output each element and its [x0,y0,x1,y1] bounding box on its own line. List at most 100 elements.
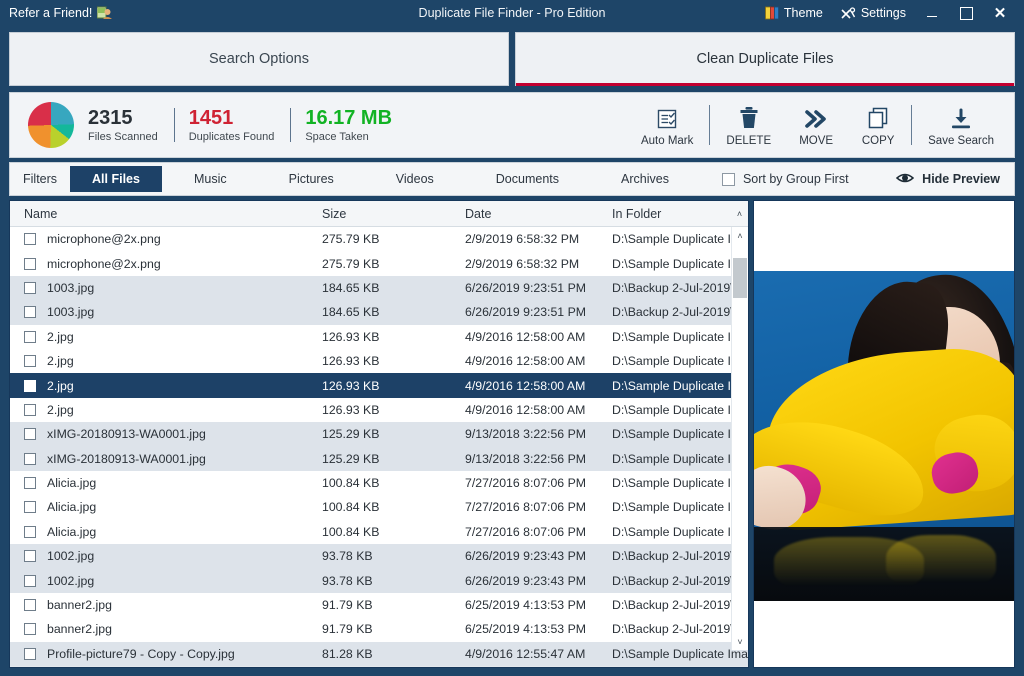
row-checkbox[interactable] [24,550,36,562]
row-checkbox[interactable] [24,648,36,660]
table-row[interactable]: Alicia.jpg100.84 KB7/27/2016 8:07:06 PMD… [10,495,748,519]
filter-chip-archives[interactable]: Archives [591,166,699,192]
delete-button[interactable]: DELETE [712,93,785,157]
vertical-scrollbar[interactable]: ˄ ˅ [731,227,748,650]
scroll-up-button[interactable]: ˄ [732,227,748,244]
row-checkbox[interactable] [24,623,36,635]
cell-size: 125.29 KB [322,452,465,466]
preview-image [754,271,1014,601]
table-row[interactable]: 1003.jpg184.65 KB6/26/2019 9:23:51 PMD:\… [10,300,748,324]
title-bar: Refer a Friend! Duplicate File Finder - … [0,0,1024,26]
cell-date: 6/26/2019 9:23:43 PM [465,549,612,563]
row-checkbox[interactable] [24,258,36,270]
move-button[interactable]: MOVE [785,93,847,157]
row-checkbox[interactable] [24,599,36,611]
table-row[interactable]: 2.jpg126.93 KB4/9/2016 12:58:00 AMD:\Sam… [10,349,748,373]
table-row[interactable]: 1002.jpg93.78 KB6/26/2019 9:23:43 PMD:\B… [10,568,748,592]
tools-icon [841,6,856,20]
row-checkbox[interactable] [24,282,36,294]
table-row[interactable]: microphone@2x.png275.79 KB2/9/2019 6:58:… [10,251,748,275]
minimize-button[interactable] [915,0,949,26]
refer-a-friend-label: Refer a Friend! [9,6,92,20]
file-name-label: Alicia.jpg [47,500,96,514]
cell-in-folder: D:\Sample Duplicate Images\ [612,403,748,417]
filter-chip-music[interactable]: Music [164,166,257,192]
table-row[interactable]: xIMG-20180913-WA0001.jpg125.29 KB9/13/20… [10,422,748,446]
tab-search-options[interactable]: Search Options [9,32,509,86]
row-checkbox[interactable] [24,380,36,392]
file-name-label: 2.jpg [47,354,74,368]
table-row[interactable]: 2.jpg126.93 KB4/9/2016 12:58:00 AMD:\Sam… [10,325,748,349]
table-row[interactable]: 1002.jpg93.78 KB6/26/2019 9:23:43 PMD:\B… [10,544,748,568]
save-search-label: Save Search [928,135,994,147]
table-row[interactable]: banner2.jpg91.79 KB6/25/2019 4:13:53 PMD… [10,593,748,617]
table-row[interactable]: microphone@2x.png275.79 KB2/9/2019 6:58:… [10,227,748,251]
table-row[interactable]: Profile-picture79 - Copy - Copy.jpg81.28… [10,642,748,666]
cell-date: 6/26/2019 9:23:43 PM [465,574,612,588]
table-row[interactable]: Alicia.jpg100.84 KB7/27/2016 8:07:06 PMD… [10,520,748,544]
horizontal-scrollbar[interactable]: ‹ › [10,666,748,667]
filter-chip-all-files[interactable]: All Files [70,166,162,192]
sort-by-group-first-toggle[interactable]: Sort by Group First [722,172,849,186]
row-checkbox[interactable] [24,575,36,587]
row-checkbox[interactable] [24,331,36,343]
hide-preview-button[interactable]: Hide Preview [896,172,1014,187]
tab-clean-duplicate-files[interactable]: Clean Duplicate Files [515,32,1015,86]
row-checkbox[interactable] [24,355,36,367]
copy-button[interactable]: COPY [847,93,909,157]
filter-chip-pictures[interactable]: Pictures [259,166,364,192]
row-checkbox[interactable] [24,404,36,416]
table-row[interactable]: 2.jpg126.93 KB4/9/2016 12:58:00 AMD:\Sam… [10,398,748,422]
filter-chip-documents[interactable]: Documents [466,166,589,192]
copy-label: COPY [862,135,895,147]
refer-a-friend-button[interactable]: Refer a Friend! [0,6,112,20]
table-row[interactable]: xIMG-20180913-WA0001.jpg125.29 KB9/13/20… [10,447,748,471]
vertical-scroll-thumb[interactable] [733,258,747,298]
scroll-down-button[interactable]: ˅ [732,633,748,650]
file-name-label: xIMG-20180913-WA0001.jpg [47,452,206,466]
close-button[interactable]: ✕ [983,0,1017,26]
row-checkbox[interactable] [24,526,36,538]
column-header-name[interactable]: Name [10,207,322,221]
theme-button[interactable]: Theme [756,0,832,26]
column-header-date[interactable]: Date [465,207,612,221]
cell-in-folder: D:\Sample Duplicate Images\ [612,257,748,271]
cell-name: banner2.jpg [10,622,322,636]
cell-size: 100.84 KB [322,476,465,490]
file-name-label: Profile-picture79 - Copy - Copy.jpg [47,647,235,661]
maximize-button[interactable] [949,0,983,26]
divider [174,108,175,142]
cell-in-folder: D:\Sample Duplicate Images\ [612,232,748,246]
cell-name: xIMG-20180913-WA0001.jpg [10,427,322,441]
save-search-button[interactable]: Save Search [914,93,1008,157]
table-row[interactable]: 2.jpg126.93 KB4/9/2016 12:58:00 AMD:\Sam… [10,373,748,397]
sort-by-group-first-checkbox[interactable] [722,173,735,186]
main-tabs: Search Options Clean Duplicate Files [0,26,1024,88]
vertical-scroll-track[interactable] [732,244,748,633]
hide-preview-label: Hide Preview [922,172,1000,186]
cell-size: 275.79 KB [322,232,465,246]
row-checkbox[interactable] [24,501,36,513]
table-row[interactable]: 1003.jpg184.65 KB6/26/2019 9:23:51 PMD:\… [10,276,748,300]
preview-panel [753,200,1015,668]
settings-button[interactable]: Settings [832,0,915,26]
file-name-label: 1003.jpg [47,305,94,319]
filter-chip-videos[interactable]: Videos [366,166,464,192]
row-checkbox[interactable] [24,477,36,489]
cell-size: 91.79 KB [322,622,465,636]
table-row[interactable]: Alicia.jpg100.84 KB7/27/2016 8:07:06 PMD… [10,471,748,495]
row-checkbox[interactable] [24,428,36,440]
preview-top-blank [754,201,1014,271]
cell-date: 4/9/2016 12:58:00 AM [465,354,612,368]
column-header-in-folder[interactable]: In Folder [612,207,731,221]
row-checkbox[interactable] [24,306,36,318]
file-name-label: microphone@2x.png [47,232,161,246]
row-checkbox[interactable] [24,233,36,245]
row-checkbox[interactable] [24,453,36,465]
column-header-size[interactable]: Size [322,207,465,221]
file-name-label: Alicia.jpg [47,525,96,539]
cell-date: 4/9/2016 12:58:00 AM [465,379,612,393]
table-row[interactable]: banner2.jpg91.79 KB6/25/2019 4:13:53 PMD… [10,617,748,641]
title-bar-controls: Theme Settings ✕ [756,0,1024,26]
auto-mark-button[interactable]: Auto Mark [627,93,707,157]
